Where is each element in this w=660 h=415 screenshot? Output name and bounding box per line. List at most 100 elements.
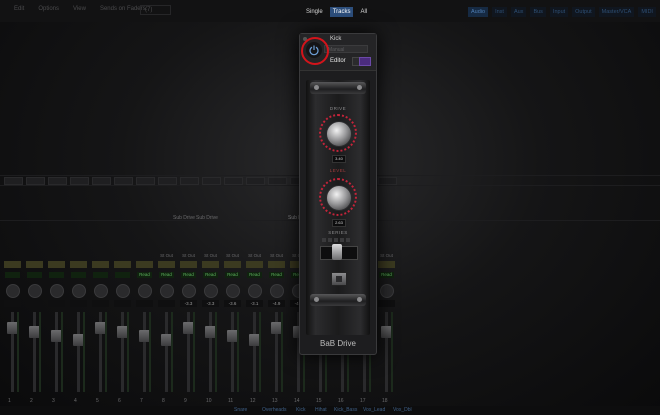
filter-output-button[interactable]: Output (572, 7, 595, 17)
pan-knob[interactable] (28, 284, 42, 298)
insert-slot[interactable] (224, 177, 243, 185)
menu-edit[interactable]: Edit (14, 6, 24, 12)
group-slot[interactable] (26, 261, 43, 268)
track-name[interactable]: Kick (296, 407, 305, 413)
filter-master-vca-button[interactable]: Master/VCA (598, 7, 635, 17)
insert-slot[interactable] (70, 177, 89, 185)
insert-slot[interactable] (158, 177, 177, 185)
insert-slot[interactable] (48, 177, 67, 185)
pan-knob[interactable] (182, 284, 196, 298)
menu-options[interactable]: Options (38, 6, 59, 12)
group-slot[interactable] (92, 261, 109, 268)
insert-slot[interactable] (136, 177, 155, 185)
filter-inst-button[interactable]: Inst (492, 7, 507, 17)
editor-view-label[interactable]: Editor (330, 57, 350, 65)
insert-slot[interactable] (26, 177, 45, 185)
automation-mode[interactable]: Read (137, 272, 152, 278)
automation-mode[interactable] (5, 272, 20, 278)
output-slot[interactable] (26, 252, 43, 259)
group-slot[interactable] (224, 261, 241, 268)
pan-knob[interactable] (270, 284, 284, 298)
insert-slot[interactable] (246, 177, 265, 185)
filter-aux-button[interactable]: Aux (510, 7, 527, 17)
output-slot[interactable]: St Out (378, 252, 395, 259)
output-slot[interactable]: St Out (224, 252, 241, 259)
automation-mode[interactable]: Read (269, 272, 284, 278)
track-name[interactable]: Hihat (315, 407, 327, 413)
track-name[interactable]: Vox_Lead (363, 407, 385, 413)
track-name[interactable]: Kick_Bass (334, 407, 357, 413)
drive-knob[interactable] (326, 121, 352, 147)
insert-slot[interactable] (4, 177, 23, 185)
group-slot[interactable] (246, 261, 263, 268)
output-slot[interactable] (48, 252, 65, 259)
insert-slot[interactable] (114, 177, 133, 185)
group-slot[interactable] (268, 261, 285, 268)
view-all-button[interactable]: All (357, 7, 370, 17)
automation-mode[interactable]: Read (379, 272, 394, 278)
sends-dropdown[interactable]: (7) (140, 5, 172, 15)
pan-knob[interactable] (380, 284, 394, 298)
automation-mode[interactable] (115, 272, 130, 278)
insert-slot[interactable] (378, 177, 397, 185)
group-slot[interactable] (70, 261, 87, 268)
automation-mode[interactable]: Read (159, 272, 174, 278)
bypass-footswitch[interactable] (331, 272, 347, 286)
group-slot[interactable] (114, 261, 131, 268)
output-slot[interactable] (4, 252, 21, 259)
automation-mode[interactable]: Read (181, 272, 196, 278)
pan-knob[interactable] (160, 284, 174, 298)
pan-knob[interactable] (138, 284, 152, 298)
group-slot[interactable] (4, 261, 21, 268)
pan-knob[interactable] (6, 284, 20, 298)
output-slot[interactable] (114, 252, 131, 259)
output-slot[interactable]: St Out (268, 252, 285, 259)
output-slot[interactable]: St Out (180, 252, 197, 259)
filter-midi-button[interactable]: MIDI (638, 7, 656, 17)
mode-switch-lever[interactable] (332, 244, 342, 260)
pan-knob[interactable] (248, 284, 262, 298)
group-slot[interactable] (180, 261, 197, 268)
insert-slot[interactable] (92, 177, 111, 185)
output-slot[interactable] (136, 252, 153, 259)
group-slot[interactable] (48, 261, 65, 268)
view-tracks-button[interactable]: Tracks (329, 7, 354, 17)
track-name[interactable]: Vox_Dbl (393, 407, 412, 413)
automation-mode[interactable] (27, 272, 42, 278)
automation-mode[interactable] (93, 272, 108, 278)
pan-knob[interactable] (94, 284, 108, 298)
preset-dropdown[interactable]: Manual (324, 45, 368, 53)
pan-knob[interactable] (204, 284, 218, 298)
pan-knob[interactable] (72, 284, 86, 298)
automation-mode[interactable]: Read (225, 272, 240, 278)
group-slot[interactable] (202, 261, 219, 268)
output-slot[interactable]: St Out (202, 252, 219, 259)
automation-mode[interactable]: Read (203, 272, 218, 278)
filter-audio-button[interactable]: Audio (468, 7, 489, 17)
insert-slot[interactable] (202, 177, 221, 185)
insert-slot[interactable] (180, 177, 199, 185)
level-knob[interactable] (326, 185, 352, 211)
automation-mode[interactable]: Read (247, 272, 262, 278)
power-button[interactable] (306, 42, 322, 58)
pan-knob[interactable] (50, 284, 64, 298)
track-name[interactable]: Snare (234, 407, 247, 413)
view-single-button[interactable]: Single (303, 7, 326, 17)
automation-mode[interactable] (71, 272, 86, 278)
menu-view[interactable]: View (73, 6, 86, 12)
output-slot[interactable] (92, 252, 109, 259)
group-slot[interactable] (378, 261, 395, 268)
insert-slot[interactable] (268, 177, 287, 185)
pan-knob[interactable] (116, 284, 130, 298)
filter-input-button[interactable]: Input (549, 7, 569, 17)
filter-bus-button[interactable]: Bus (530, 7, 546, 17)
link-button[interactable] (359, 57, 371, 66)
track-name[interactable]: Overheads (262, 407, 286, 413)
group-slot[interactable] (136, 261, 153, 268)
output-slot[interactable] (70, 252, 87, 259)
output-slot[interactable]: St Out (158, 252, 175, 259)
pan-knob[interactable] (226, 284, 240, 298)
output-slot[interactable]: St Out (246, 252, 263, 259)
automation-mode[interactable] (49, 272, 64, 278)
group-slot[interactable] (158, 261, 175, 268)
